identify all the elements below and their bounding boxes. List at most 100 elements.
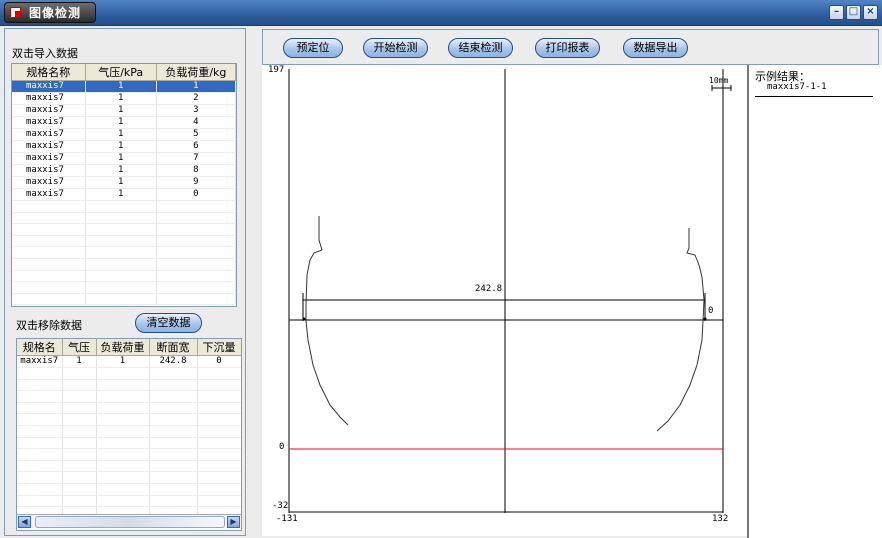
table-row[interactable] — [17, 437, 241, 450]
print-report-button[interactable]: 打印报表 — [535, 38, 600, 58]
table-row[interactable]: maxxis7 1 5 — [12, 128, 236, 141]
scroll-left-icon[interactable]: ◀ — [18, 516, 31, 528]
table-row[interactable] — [12, 258, 236, 271]
import-cell: maxxis7 — [12, 140, 86, 153]
remove-col-pressure[interactable]: 气压 — [62, 339, 97, 356]
table-row[interactable] — [17, 367, 241, 380]
result-item[interactable]: maxxis7-1-1 — [767, 82, 827, 92]
empty-cell — [62, 460, 97, 473]
empty-cell — [85, 200, 157, 213]
import-col-name[interactable]: 规格名称 — [12, 64, 86, 81]
y-max-label: 197 — [268, 65, 285, 75]
empty-cell — [149, 413, 198, 426]
remove-grid[interactable]: 规格名 气压 负载荷重 断面宽 下沉量 maxxis7 1 1 242.8 0 — [16, 338, 242, 531]
import-cell: 1 — [156, 80, 236, 93]
close-icon[interactable]: × — [863, 5, 878, 20]
table-row[interactable]: maxxis7 1 6 — [12, 140, 236, 153]
import-cell: maxxis7 — [12, 152, 86, 165]
clear-data-button[interactable]: 清空数据 — [135, 313, 202, 333]
start-detect-button[interactable]: 开始检测 — [363, 38, 428, 58]
horizontal-scrollbar[interactable]: ◀ ▶ — [17, 514, 241, 528]
import-cell: 1 — [85, 104, 157, 117]
table-row[interactable] — [17, 471, 241, 484]
import-cell: maxxis7 — [12, 164, 86, 177]
table-row[interactable] — [17, 390, 241, 403]
table-row[interactable] — [12, 235, 236, 248]
empty-cell — [96, 402, 150, 415]
table-row[interactable] — [17, 495, 241, 508]
maximize-icon[interactable]: □ — [846, 5, 861, 20]
empty-cell — [197, 437, 241, 450]
profile-canvas[interactable]: 197 0 -32 -131 132 10mm 242.8 0 — [262, 65, 748, 536]
preset-position-button[interactable]: 预定位 — [283, 38, 343, 58]
empty-cell — [197, 402, 241, 415]
table-row[interactable] — [12, 223, 236, 236]
remove-col-name[interactable]: 规格名 — [17, 339, 63, 356]
empty-cell — [96, 425, 150, 438]
table-row[interactable]: maxxis7 1 1 — [12, 80, 236, 93]
import-grid[interactable]: 规格名称 气压/kPa 负载荷重/kg maxxis7 1 1 maxxis7 1 2 ma… — [11, 63, 237, 307]
end-detect-button[interactable]: 结束检测 — [448, 38, 513, 58]
import-cell: maxxis7 — [12, 116, 86, 129]
empty-cell — [197, 448, 241, 461]
empty-cell — [17, 390, 63, 403]
scroll-right-icon[interactable]: ▶ — [227, 516, 240, 528]
remove-col-sink[interactable]: 下沉量 — [197, 339, 241, 356]
empty-cell — [156, 223, 236, 236]
import-col-pressure[interactable]: 气压/kPa — [85, 64, 157, 81]
empty-cell — [149, 425, 198, 438]
empty-cell — [156, 258, 236, 271]
empty-cell — [85, 235, 157, 248]
table-row[interactable]: maxxis7 1 9 — [12, 176, 236, 189]
profile-plot — [288, 69, 732, 513]
empty-cell — [17, 483, 63, 496]
empty-cell — [85, 270, 157, 283]
empty-cell — [197, 460, 241, 473]
empty-cell — [62, 379, 97, 392]
table-row[interactable] — [17, 425, 241, 438]
table-row[interactable] — [12, 200, 236, 213]
toolbar: 预定位 开始检测 结束检测 打印报表 数据导出 — [262, 29, 879, 65]
empty-cell — [17, 425, 63, 438]
minimize-icon[interactable]: – — [829, 5, 844, 20]
table-row[interactable] — [17, 402, 241, 415]
result-panel: 示例结果： maxxis7-1-1 — [749, 65, 882, 538]
table-row[interactable] — [12, 293, 236, 306]
import-cell: 6 — [156, 140, 236, 153]
table-row[interactable] — [17, 483, 241, 496]
import-cell: 1 — [85, 152, 157, 165]
table-row[interactable]: maxxis7 1 2 — [12, 92, 236, 105]
remove-col-load[interactable]: 负载荷重 — [96, 339, 150, 356]
table-row[interactable]: maxxis7 1 8 — [12, 164, 236, 177]
empty-cell — [197, 471, 241, 484]
empty-cell — [156, 281, 236, 294]
empty-cell — [149, 460, 198, 473]
table-row[interactable]: maxxis7 1 1 242.8 0 — [17, 355, 241, 368]
table-row[interactable]: maxxis7 1 0 — [12, 188, 236, 201]
table-row[interactable] — [17, 460, 241, 473]
table-row[interactable]: maxxis7 1 7 — [12, 152, 236, 165]
table-row[interactable] — [12, 281, 236, 294]
empty-cell — [12, 258, 86, 271]
export-data-button[interactable]: 数据导出 — [623, 38, 688, 58]
empty-cell — [197, 390, 241, 403]
table-row[interactable] — [17, 448, 241, 461]
scroll-thumb[interactable] — [35, 516, 225, 528]
table-row[interactable]: maxxis7 1 4 — [12, 116, 236, 129]
remove-col-width[interactable]: 断面宽 — [149, 339, 198, 356]
import-cell: maxxis7 — [12, 92, 86, 105]
table-row[interactable] — [17, 379, 241, 392]
empty-cell — [156, 270, 236, 283]
table-row[interactable] — [12, 246, 236, 259]
table-row[interactable]: maxxis7 1 3 — [12, 104, 236, 117]
table-row[interactable] — [12, 212, 236, 225]
empty-cell — [62, 413, 97, 426]
empty-cell — [12, 281, 86, 294]
table-row[interactable] — [17, 413, 241, 426]
window-controls: – □ × — [829, 5, 878, 20]
import-col-load[interactable]: 负载荷重/kg — [156, 64, 236, 81]
table-row[interactable] — [12, 270, 236, 283]
result-divider — [755, 96, 873, 97]
empty-cell — [12, 212, 86, 225]
empty-cell — [197, 483, 241, 496]
